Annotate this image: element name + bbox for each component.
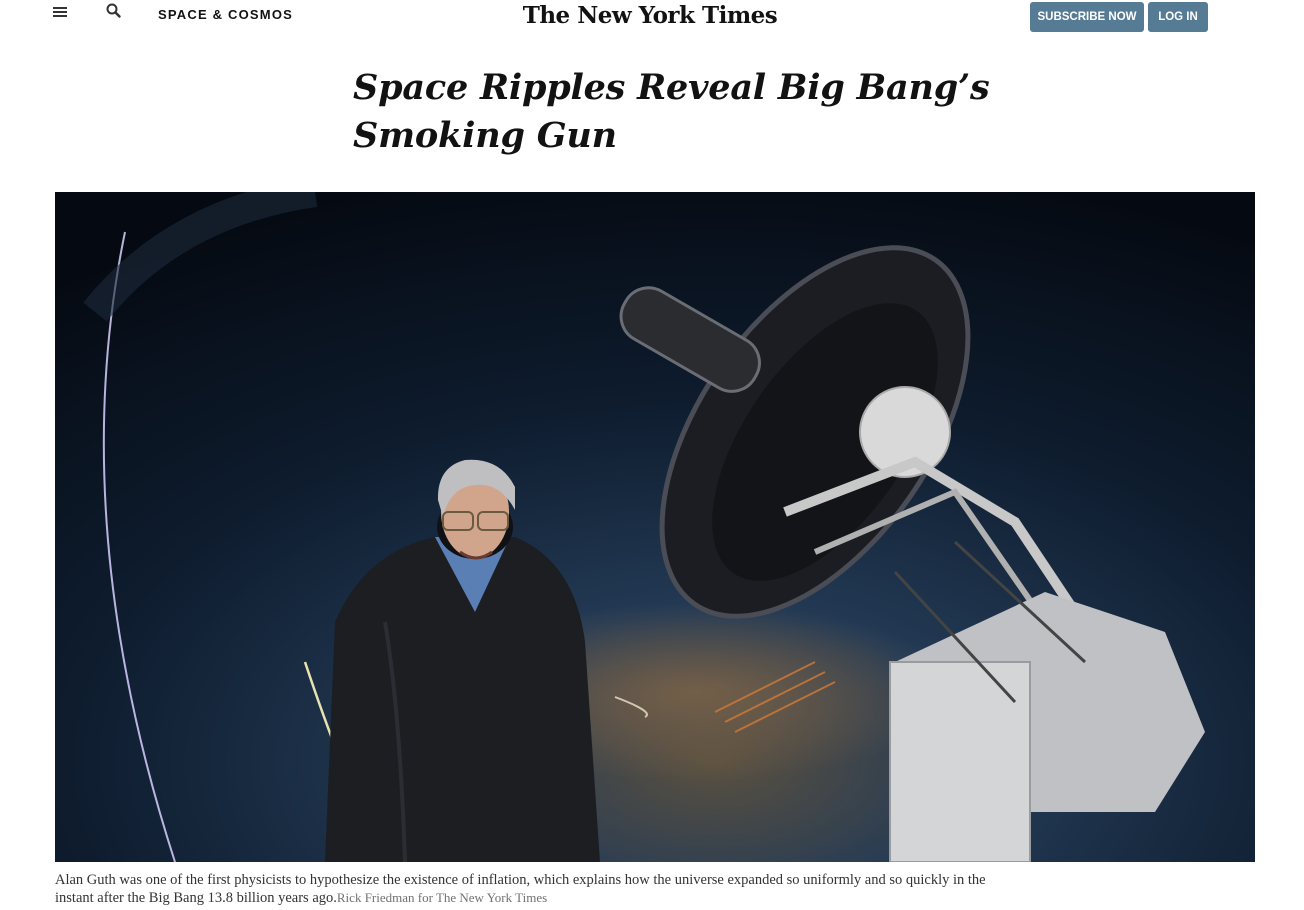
site-header: SPACE & COSMOS The New York Times SUBSCR… [0,0,1304,40]
article-photo [55,192,1255,862]
subscribe-button[interactable]: SUBSCRIBE NOW [1030,2,1144,32]
nyt-logo[interactable]: The New York Times [500,2,800,29]
photo-credit: Rick Friedman for The New York Times [336,890,548,905]
hamburger-menu-icon[interactable] [52,3,70,21]
image-caption: Alan Guth was one of the first physicist… [55,872,1005,907]
section-link[interactable]: SPACE & COSMOS [158,7,293,22]
article-headline: Space Ripples Reveal Big Bang’s Smoking … [353,67,990,156]
search-icon[interactable] [105,2,123,20]
login-button[interactable]: LOG IN [1148,2,1208,32]
